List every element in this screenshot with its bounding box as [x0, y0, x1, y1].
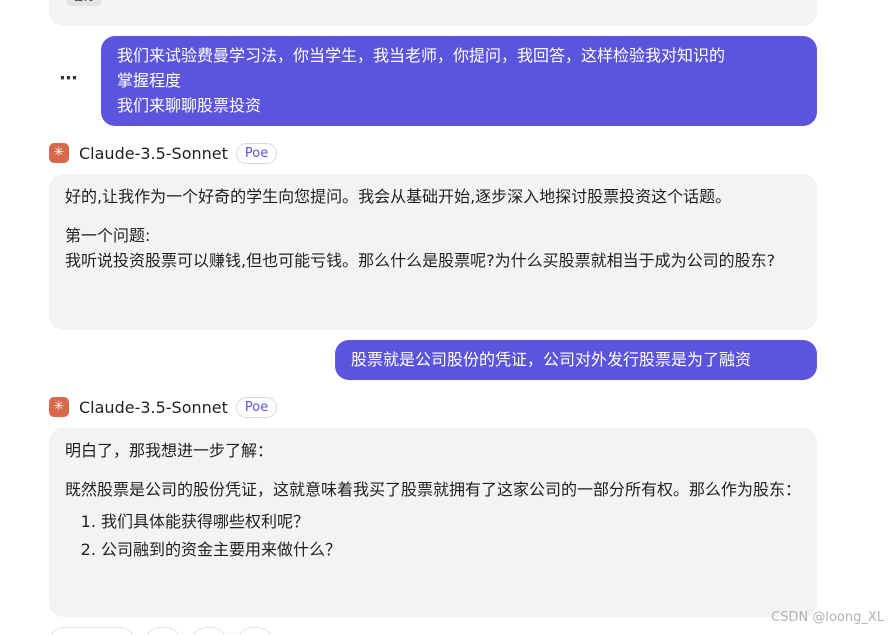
message-line: 我们来聊聊股票投资: [117, 96, 262, 115]
message-paragraph: 好的,让我作为一个好奇的学生向您提问。我会从基础开始,逐步深入地探讨股票投资这个…: [65, 187, 732, 206]
message-paragraph: 既然股票是公司的股份凭证，这就意味着我买了股票就拥有了这家公司的一部分所有权。那…: [65, 480, 802, 499]
poe-badge: Poe: [235, 396, 278, 418]
message-line: 我听说投资股票可以赚钱,但也可能亏钱。那么什么是股票呢?为什么买股票就相当于成为…: [65, 251, 776, 270]
message-actions: [49, 627, 273, 635]
question-list: 我们具体能获得哪些权利呢？ 公司融到的资金主要用来做什么？: [87, 508, 801, 564]
action-button[interactable]: [49, 627, 135, 635]
claude-sparkle-icon[interactable]: ✳: [49, 397, 69, 417]
bot-name[interactable]: Claude-3.5-Sonnet: [79, 398, 228, 417]
chat-page: 官方 ⋯ 我们来试验费曼学习法，你当学生，我当老师，你提问，我回答，这样检验我对…: [0, 0, 889, 635]
poe-badge: Poe: [235, 142, 278, 164]
message-line: 掌握程度: [117, 71, 182, 90]
user-message-bubble: 股票就是公司股份的凭证，公司对外发行股票是为了融资: [335, 340, 817, 380]
action-button[interactable]: [191, 627, 227, 635]
list-item: 我们具体能获得哪些权利呢？: [101, 508, 801, 536]
action-button[interactable]: [237, 627, 273, 635]
user-message-bubble: 我们来试验费曼学习法，你当学生，我当老师，你提问，我回答，这样检验我对知识的 掌…: [101, 36, 817, 126]
watermark: CSDN @loong_XL: [771, 610, 884, 625]
message-line: 我们来试验费曼学习法，你当学生，我当老师，你提问，我回答，这样检验我对知识的: [117, 46, 726, 65]
previous-message-bubble: [49, 0, 817, 26]
bot-name[interactable]: Claude-3.5-Sonnet: [79, 144, 228, 163]
message-paragraph: 明白了，那我想进一步了解：: [65, 441, 274, 460]
bot-header: ✳ Claude-3.5-Sonnet Poe: [49, 141, 278, 165]
bot-message-bubble: 好的,让我作为一个好奇的学生向您提问。我会从基础开始,逐步深入地探讨股票投资这个…: [49, 174, 817, 330]
official-chip: 官方: [66, 0, 102, 6]
bot-header: ✳ Claude-3.5-Sonnet Poe: [49, 395, 278, 419]
ellipsis-icon[interactable]: ⋯: [55, 68, 83, 92]
message-line: 第一个问题:: [65, 226, 151, 245]
action-button[interactable]: [145, 627, 181, 635]
bot-message-bubble: 明白了，那我想进一步了解： 既然股票是公司的股份凭证，这就意味着我买了股票就拥有…: [49, 428, 817, 617]
list-item: 公司融到的资金主要用来做什么？: [101, 536, 801, 564]
message-paragraph: 第一个问题: 我听说投资股票可以赚钱,但也可能亏钱。那么什么是股票呢?为什么买股…: [65, 223, 801, 273]
claude-sparkle-icon[interactable]: ✳: [49, 143, 69, 163]
